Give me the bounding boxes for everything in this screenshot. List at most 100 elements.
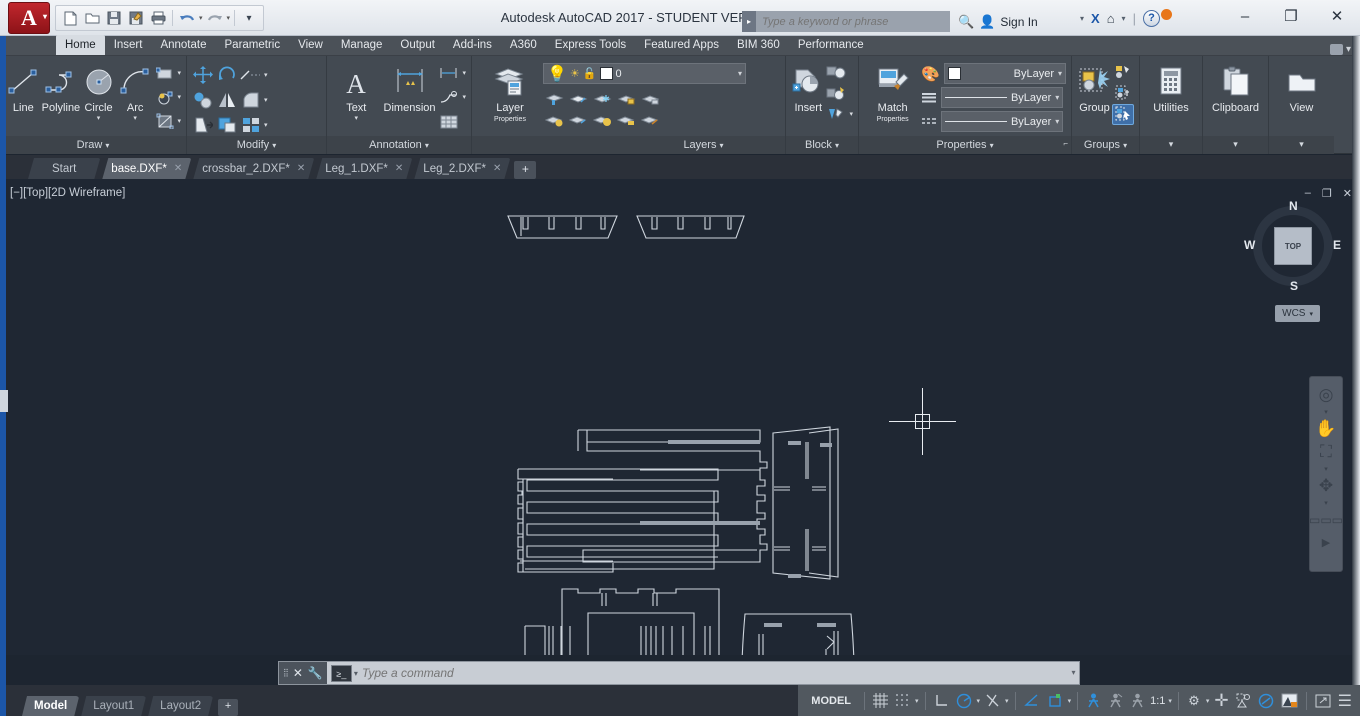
layer-selector[interactable]: 💡 ☀ 🔓 0 ▾: [543, 63, 746, 84]
close-button[interactable]: ✕: [1314, 0, 1360, 34]
command-line-handle[interactable]: ⣿ ✕ 🔧: [279, 662, 327, 684]
autoscale-toggle[interactable]: [1106, 690, 1125, 712]
polar-tracking-toggle[interactable]: [954, 690, 974, 712]
customize-wrench-icon[interactable]: 🔧: [308, 666, 323, 680]
play-animation-icon[interactable]: ▶: [1322, 533, 1330, 553]
line-tool[interactable]: Line: [5, 60, 42, 114]
chevron-down-icon[interactable]: ▾: [425, 141, 429, 150]
ortho-mode-toggle[interactable]: [932, 690, 951, 712]
layer-thaw-tool[interactable]: [591, 110, 613, 131]
pan-hand-icon[interactable]: ✋: [1315, 419, 1336, 439]
text-tool[interactable]: A Text ▾: [332, 60, 381, 122]
text-dropdown-icon[interactable]: ▾: [355, 114, 359, 122]
match-properties-tool[interactable]: Match Properties: [864, 60, 921, 126]
left-panel-handle[interactable]: [0, 390, 8, 412]
panel-groups-title[interactable]: Groups ▾: [1072, 136, 1139, 154]
zoom-extents-icon[interactable]: ⛶: [1320, 442, 1332, 462]
search-input[interactable]: [756, 11, 950, 32]
command-line-scroll-icon[interactable]: ▾: [1068, 662, 1079, 684]
file-tab-start[interactable]: Start: [28, 158, 100, 179]
rectangle-dropdown-icon[interactable]: ▾: [178, 69, 182, 77]
panel-view-title[interactable]: ▾: [1269, 136, 1334, 154]
gradient-dropdown-icon[interactable]: ▾: [178, 117, 182, 125]
showmotion-icon[interactable]: ▭▭▭: [1309, 510, 1343, 530]
view-cube[interactable]: TOP N S E W: [1244, 199, 1341, 293]
block-dropdown-icon[interactable]: ▾: [849, 110, 853, 118]
dimension-tool[interactable]: Dimension: [381, 60, 439, 114]
ribbon-tab-home[interactable]: Home: [56, 35, 105, 55]
insert-block-tool[interactable]: Insert: [791, 60, 825, 114]
graphics-performance-icon[interactable]: [1279, 690, 1300, 712]
ribbon-tab-output[interactable]: Output: [391, 35, 444, 55]
edit-block-tool[interactable]: [825, 83, 847, 104]
close-icon[interactable]: ✕: [297, 163, 305, 174]
isolate-objects-icon[interactable]: [1234, 690, 1253, 712]
workspace-dropdown-icon[interactable]: ▾: [1206, 697, 1210, 705]
ribbon-tab-bim360[interactable]: BIM 360: [728, 35, 789, 55]
rotate-tool[interactable]: [216, 65, 238, 86]
chevron-down-icon[interactable]: ▾: [990, 141, 994, 150]
chevron-down-icon[interactable]: ▾: [720, 141, 724, 150]
group-edit-tool[interactable]: [1112, 83, 1134, 104]
ribbon-tab-express-tools[interactable]: Express Tools: [546, 35, 635, 55]
ribbon-tab-performance[interactable]: Performance: [789, 35, 873, 55]
trim-tool[interactable]: [240, 65, 262, 86]
panel-utilities-title[interactable]: ▾: [1140, 136, 1202, 154]
copy-tool[interactable]: [192, 90, 214, 111]
customization-icon[interactable]: ☰: [1336, 690, 1354, 712]
layer-merge-tool[interactable]: [639, 110, 661, 131]
search-binoculars-icon[interactable]: 🔍: [958, 14, 974, 30]
help-icon[interactable]: ?: [1142, 10, 1160, 27]
signin-dropdown-icon[interactable]: ▾: [1080, 14, 1084, 23]
minimize-button[interactable]: –: [1222, 0, 1268, 34]
layer-isolate-tool[interactable]: [567, 89, 589, 110]
ucs-dropdown-icon[interactable]: ▾: [1068, 697, 1072, 705]
ribbon-display-options-icon[interactable]: [1329, 44, 1343, 55]
scale-tool[interactable]: [216, 115, 238, 136]
object-color-selector[interactable]: ByLayer ▾: [944, 63, 1066, 84]
group-tool[interactable]: Group: [1077, 60, 1112, 114]
dimension-dropdown-icon[interactable]: ▾: [462, 69, 466, 77]
hardware-acceleration-icon[interactable]: ✛: [1212, 690, 1230, 712]
table-tool[interactable]: [438, 111, 460, 132]
layer-on-tool[interactable]: [543, 110, 565, 131]
close-icon[interactable]: ✕: [395, 163, 403, 174]
chevron-down-icon[interactable]: ▾: [1324, 408, 1328, 416]
lineweight-selector[interactable]: ByLayer ▾: [941, 111, 1064, 132]
chevron-down-icon[interactable]: ▾: [1324, 499, 1328, 507]
new-file-tab-button[interactable]: +: [514, 161, 537, 179]
drag-grip-icon[interactable]: ⣿: [283, 669, 289, 677]
chevron-down-icon[interactable]: ▾: [105, 141, 109, 150]
autodesk-exchange-icon[interactable]: X: [1091, 11, 1100, 26]
file-tab-crossbar-2-dxf[interactable]: crossbar_2.DXF* ✕: [193, 158, 314, 179]
layer-lock-tool[interactable]: [615, 89, 637, 110]
fillet-dropdown-icon[interactable]: ▾: [264, 96, 268, 104]
ribbon-tab-annotate[interactable]: Annotate: [151, 35, 215, 55]
view-tool[interactable]: View: [1276, 60, 1328, 114]
fillet-tool[interactable]: [240, 90, 262, 111]
linear-dimension-tool[interactable]: [438, 63, 460, 84]
close-icon[interactable]: ✕: [174, 163, 182, 174]
sign-in-area[interactable]: 🔍 👤 Sign In: [958, 11, 1038, 32]
circle-dropdown-icon[interactable]: ▾: [97, 114, 101, 122]
chevron-down-icon[interactable]: ▾: [1324, 465, 1328, 473]
panel-block-title[interactable]: Block ▾: [786, 136, 858, 154]
layer-freeze-tool[interactable]: [591, 89, 613, 110]
layer-unlock-all-tool[interactable]: [615, 110, 637, 131]
chevron-down-icon[interactable]: ▾: [1058, 69, 1062, 78]
layout-tab-layout2[interactable]: Layout2: [148, 696, 213, 716]
orbit-icon[interactable]: ✥: [1319, 476, 1333, 496]
hatch-dropdown-icon[interactable]: ▾: [178, 93, 182, 101]
clipboard-tool[interactable]: Clipboard: [1210, 60, 1262, 114]
autodesk-a360-icon[interactable]: ⌂: [1107, 11, 1115, 26]
osnap-dropdown-icon[interactable]: ▾: [1005, 697, 1009, 705]
ribbon-tab-parametric[interactable]: Parametric: [216, 35, 290, 55]
file-tab-leg-1-dxf[interactable]: Leg_1.DXF* ✕: [316, 158, 412, 179]
ribbon-tab-a360[interactable]: A360: [501, 35, 546, 55]
chevron-down-icon[interactable]: ▾: [835, 141, 839, 150]
search-expand-icon[interactable]: ▸: [742, 11, 756, 32]
move-tool[interactable]: [192, 65, 214, 86]
panel-modify-title[interactable]: Modify ▾: [187, 136, 326, 154]
utilities-tool[interactable]: Utilities: [1145, 60, 1197, 114]
sun-icon[interactable]: ☀: [570, 67, 580, 80]
